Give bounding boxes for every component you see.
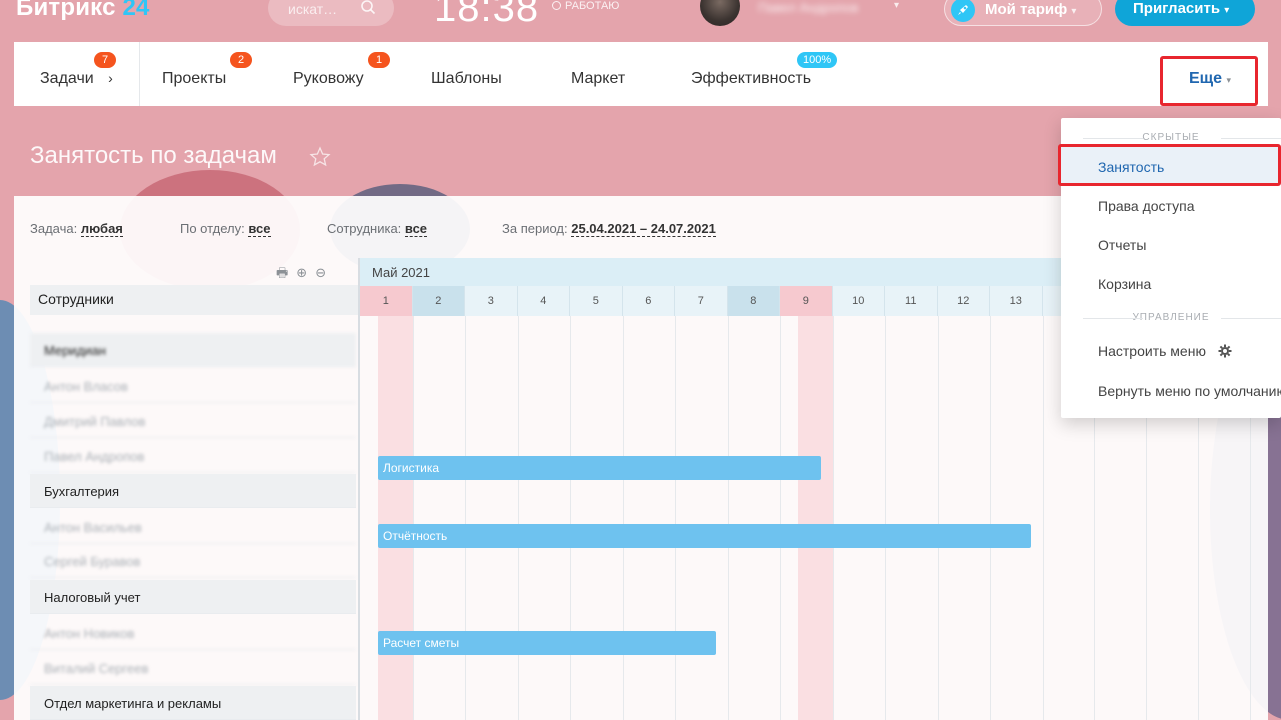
- department-row[interactable]: Меридиан: [30, 333, 356, 367]
- nav-item-templates[interactable]: Шаблоны: [431, 70, 502, 88]
- search-icon[interactable]: [360, 0, 376, 15]
- avatar[interactable]: [700, 0, 740, 26]
- badge-count: 1: [368, 52, 390, 68]
- invite-button[interactable]: Пригласить ▾: [1115, 0, 1255, 26]
- dropdown-item-occupancy[interactable]: Занятость: [1098, 159, 1164, 175]
- nav-item-supervising[interactable]: 1 Руковожу: [293, 52, 390, 88]
- day-header: 2: [412, 286, 465, 316]
- chevron-down-icon: ▾: [1226, 75, 1232, 85]
- dropdown-item-reset-menu[interactable]: Вернуть меню по умолчанию: [1098, 383, 1281, 399]
- department-row[interactable]: Налоговый учет: [30, 580, 356, 614]
- status-dot-icon: [552, 1, 561, 10]
- gear-icon: [1218, 344, 1232, 358]
- month-label: Май 2021: [360, 258, 1062, 286]
- nav-item-market[interactable]: Маркет: [571, 70, 625, 88]
- search-placeholder: искат…: [288, 1, 338, 17]
- chevron-down-icon[interactable]: ▾: [894, 0, 899, 11]
- day-header: 8: [727, 286, 780, 316]
- holiday-column: [798, 316, 833, 720]
- day-header: 9: [780, 286, 833, 316]
- dropdown-active-bg: [1061, 145, 1281, 185]
- dropdown-item-reports[interactable]: Отчеты: [1098, 237, 1146, 253]
- more-button[interactable]: Еще ▾: [1189, 70, 1231, 88]
- chevron-down-icon: ▾: [1071, 6, 1077, 17]
- user-name[interactable]: Павел Андропов: [758, 0, 858, 15]
- top-bar: Битрикс 24 искат… 18:38 РАБОТАЮ Павел Ан…: [0, 0, 1281, 36]
- nav-item-projects[interactable]: 2 Проекты: [162, 52, 252, 88]
- print-icon[interactable]: 🖶: [276, 265, 288, 280]
- grid-line: [570, 316, 571, 720]
- dropdown-item-configure-menu[interactable]: Настроить меню: [1098, 343, 1232, 359]
- chevron-down-icon: ▾: [1224, 5, 1230, 16]
- work-status[interactable]: РАБОТАЮ: [552, 0, 619, 12]
- employee-row[interactable]: Павел Андропов: [30, 439, 356, 473]
- filter-period[interactable]: За период: 25.04.2021 – 24.07.2021: [502, 221, 716, 237]
- grid-line: [780, 316, 781, 720]
- nav-divider: [139, 42, 140, 106]
- timeline: Май 2021 1 2 3 4 5 6 7 8 9 10 11 12 13 Логистика Отчё…: [358, 258, 1062, 720]
- chevron-right-icon[interactable]: ›: [108, 70, 113, 86]
- employee-row[interactable]: Сергей Буравов: [30, 544, 356, 578]
- department-row[interactable]: Бухгалтерия: [30, 474, 356, 508]
- more-dropdown-menu: СКРЫТЫЕ Занятость Права доступа Отчеты К…: [1061, 118, 1281, 418]
- toolbar-icons: 🖶 ⊕ ⊖: [276, 264, 334, 286]
- page-title: Занятость по задачам: [30, 142, 277, 169]
- holiday-column: [378, 316, 413, 720]
- task-bar[interactable]: Логистика: [378, 456, 821, 480]
- rocket-icon: [951, 0, 975, 22]
- badge-percent: 100%: [797, 52, 838, 68]
- filter-employee[interactable]: Сотрудника: все: [327, 221, 428, 237]
- day-header: 4: [517, 286, 570, 316]
- filter-task[interactable]: Задача: любая: [30, 221, 123, 237]
- tariff-button[interactable]: Мой тариф ▾: [944, 0, 1102, 26]
- employee-row[interactable]: Антон Новиков: [30, 616, 356, 650]
- zoom-out-icon[interactable]: ⊖: [315, 265, 326, 280]
- grid-line: [412, 316, 414, 720]
- dropdown-section-hidden: СКРЫТЫЕ: [1061, 132, 1281, 143]
- grid-line: [727, 316, 729, 720]
- day-header: 13: [990, 286, 1043, 316]
- task-bar[interactable]: Отчётность: [378, 524, 1031, 548]
- dropdown-section-manage: УПРАВЛЕНИЕ: [1061, 312, 1281, 323]
- day-header: 5: [570, 286, 623, 316]
- search-input[interactable]: искат…: [268, 0, 394, 26]
- zoom-in-icon[interactable]: ⊕: [296, 265, 307, 280]
- grid-line: [675, 316, 676, 720]
- day-header: 3: [465, 286, 518, 316]
- logo[interactable]: Битрикс 24: [16, 0, 150, 22]
- day-header: 10: [832, 286, 885, 316]
- employee-row[interactable]: Дмитрий Павлов: [30, 404, 356, 438]
- nav-bar: 7 Задачи › 2 Проекты 1 Руковожу Шаблоны …: [14, 42, 1268, 106]
- employee-row[interactable]: Антон Власов: [30, 369, 356, 403]
- dropdown-item-trash[interactable]: Корзина: [1098, 276, 1151, 292]
- department-row[interactable]: Отдел маркетинга и рекламы: [30, 686, 356, 720]
- employee-row[interactable]: Виталий Сергеев: [30, 651, 356, 685]
- day-header: 11: [885, 286, 938, 316]
- day-header: 7: [675, 286, 728, 316]
- nav-item-tasks[interactable]: 7 Задачи ›: [40, 52, 116, 88]
- day-header: 12: [937, 286, 990, 316]
- badge-count: 7: [94, 52, 116, 68]
- dropdown-item-access-rights[interactable]: Права доступа: [1098, 198, 1194, 214]
- grid-line: [465, 316, 466, 720]
- grid-line: [885, 316, 886, 720]
- task-bar[interactable]: Расчет сметы: [378, 631, 716, 655]
- day-header: 6: [622, 286, 675, 316]
- grid-line: [937, 316, 939, 720]
- grid-line: [990, 316, 991, 720]
- star-icon[interactable]: [309, 146, 331, 168]
- grid-line: [517, 316, 519, 720]
- clock[interactable]: 18:38: [434, 0, 539, 31]
- grid-line: [622, 316, 624, 720]
- grid-line: [832, 316, 834, 720]
- filter-department[interactable]: По отделу: все: [180, 221, 271, 237]
- nav-item-efficiency[interactable]: 100% Эффективность: [691, 52, 838, 88]
- employees-header: Сотрудники: [30, 285, 358, 315]
- badge-count: 2: [230, 52, 252, 68]
- employee-row[interactable]: Антон Васильев: [30, 510, 356, 544]
- day-header: 1: [360, 286, 413, 316]
- grid-line: [1042, 316, 1044, 720]
- employees-column: 🖶 ⊕ ⊖ Сотрудники Меридиан Антон Власов Дмитр…: [30, 258, 358, 720]
